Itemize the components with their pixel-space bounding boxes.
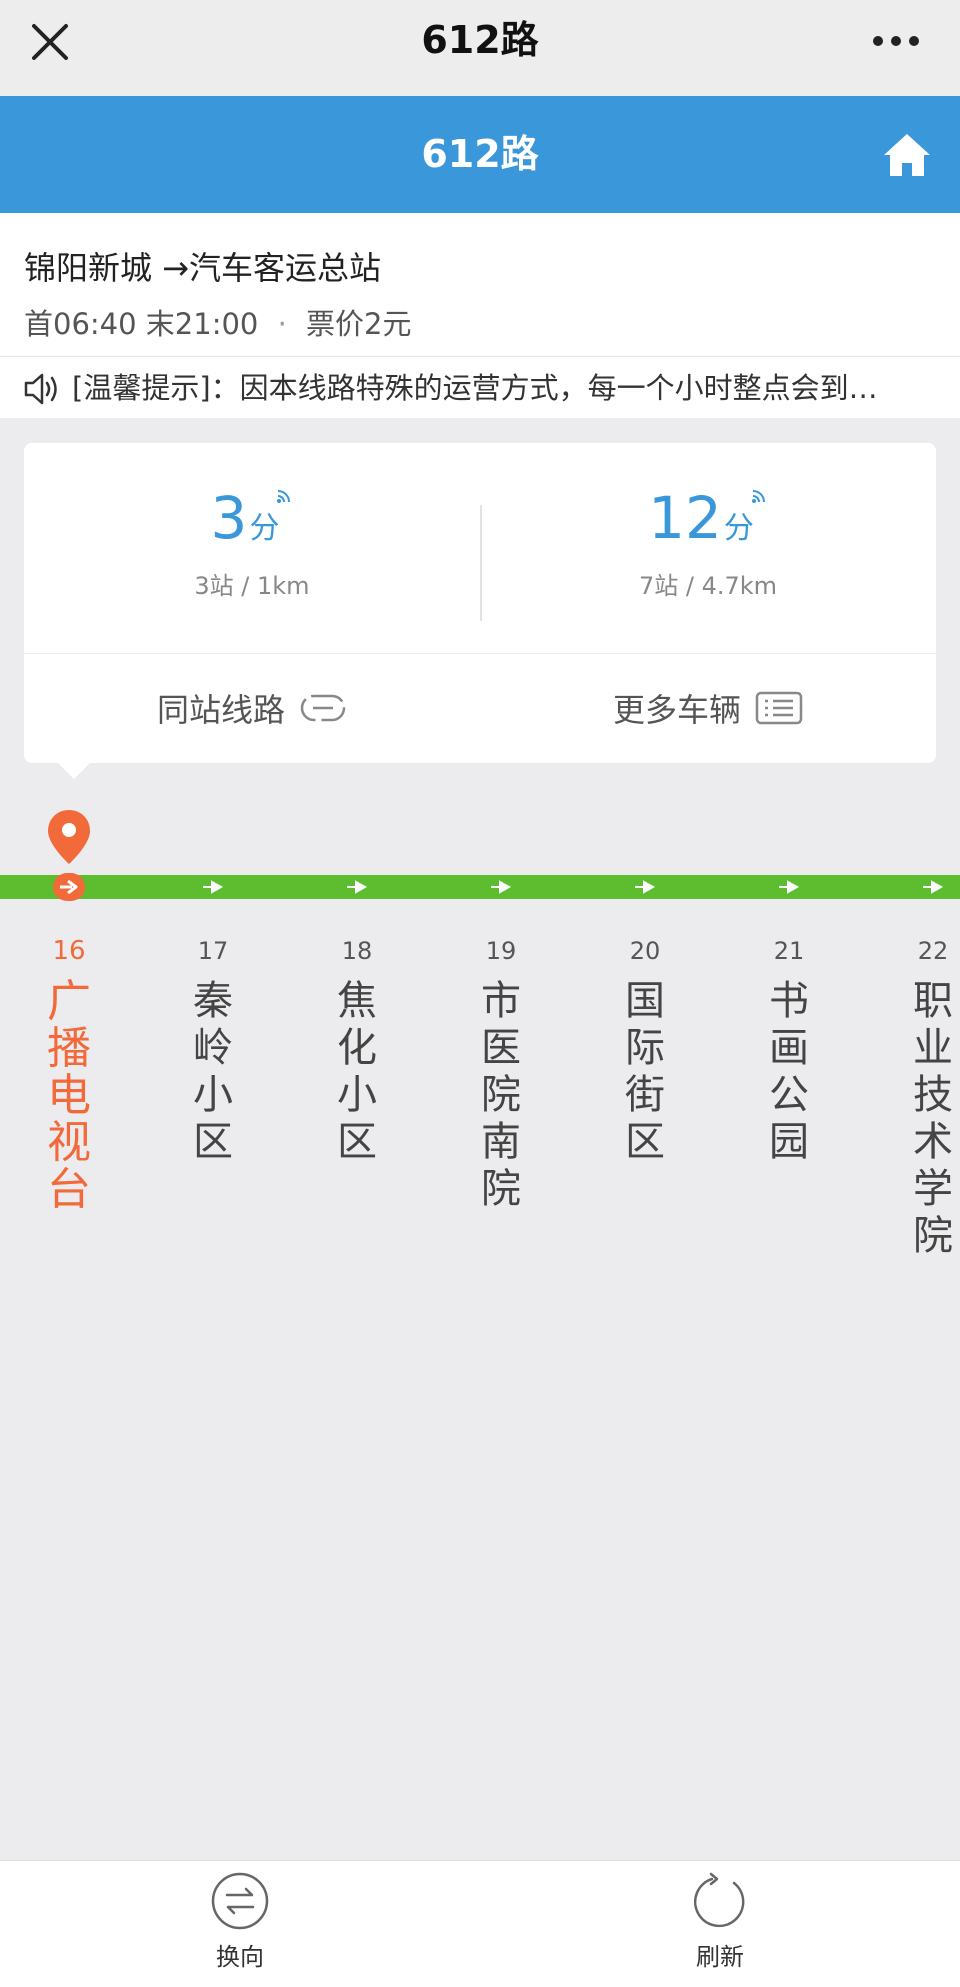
top-bar: 612路 [0,0,960,96]
stop-number: 22 [917,937,949,965]
reverse-label: 换向 [216,1943,264,1971]
route-line [0,875,960,899]
arrival-unit: 分 [723,511,754,546]
swap-icon [211,1872,269,1930]
direction-arrow-icon [347,880,368,894]
stop-item[interactable]: 16 广播电视台 [34,934,104,1213]
arrival-card: 3分 3站 / 1km 12分 7站 / 4.7km 同站线路 更多车辆 [24,443,936,779]
stop-name: 书画公园 [769,978,809,1165]
arrow-right-icon [60,879,78,895]
direction-arrow-icon [203,880,224,894]
stop-number: 20 [629,937,661,965]
card-pointer [58,763,90,779]
arrival-minutes: 3 [210,484,248,552]
arrival-2[interactable]: 12分 7站 / 4.7km [480,483,936,603]
current-stop-marker [53,873,85,901]
arrival-minutes: 12 [648,484,722,552]
more-vehicles-label: 更多车辆 [612,691,741,729]
route-schedule: 首06:40 末21:00 · 票价2元 [24,301,411,343]
close-icon[interactable] [26,18,74,66]
same-stop-routes-label: 同站线路 [156,691,285,729]
separator: · [277,307,287,341]
stop-item[interactable]: 17 秦岭小区 [178,934,248,1166]
stop-name: 职业技术学院 [913,978,953,1259]
arrival-unit: 分 [249,511,280,546]
stop-name: 国际街区 [625,978,665,1165]
direction-arrow-icon [779,880,800,894]
notice-text: [温馨提示]：因本线路特殊的运营方式，每一个小时整点会到… [72,371,878,405]
refresh-icon [693,1872,745,1928]
realtime-signal-icon [751,490,765,503]
stop-name: 市医院南院 [481,978,521,1212]
stop-number: 18 [341,937,373,965]
stop-name: 秦岭小区 [193,978,233,1165]
route-title: 612路 [421,132,539,176]
window-title: 612路 [421,18,539,62]
arrival-detail: 3站 / 1km [194,572,310,600]
speaker-icon [24,373,57,405]
refresh-label: 刷新 [696,1943,744,1971]
reverse-direction-button[interactable]: 换向 [170,1871,310,1981]
direction-arrow-icon [635,880,656,894]
divider [24,653,936,654]
stop-number: 21 [773,937,805,965]
fare: 票价2元 [306,307,412,341]
stop-item[interactable]: 22 职业技术学院 [898,934,960,1260]
bottom-toolbar: 换向 刷新 [0,1860,960,1987]
notice-bar[interactable]: [温馨提示]：因本线路特殊的运营方式，每一个小时整点会到… [0,356,960,418]
more-icon[interactable] [872,34,920,48]
stop-number: 17 [197,937,229,965]
direction-arrow-icon [491,880,512,894]
stop-item[interactable]: 18 焦化小区 [322,934,392,1166]
route-info: 锦阳新城 →汽车客运总站 首06:40 末21:00 · 票价2元 [0,213,960,356]
more-vehicles-button[interactable]: 更多车辆 [480,655,936,761]
stop-item[interactable]: 19 市医院南院 [466,934,536,1213]
first-bus-time: 首06:40 [24,307,137,341]
route-link-icon [300,694,346,722]
list-icon [755,691,803,725]
refresh-button[interactable]: 刷新 [650,1871,790,1981]
stop-item[interactable]: 21 书画公园 [754,934,824,1166]
route-direction: 锦阳新城 →汽车客运总站 [24,249,381,287]
home-icon[interactable] [882,132,932,178]
route-header: 612路 [0,96,960,213]
stop-number: 19 [485,937,517,965]
stop-name: 焦化小区 [337,978,377,1165]
stop-number: 16 [52,936,86,966]
same-stop-routes-button[interactable]: 同站线路 [24,655,480,761]
realtime-signal-icon [277,490,291,503]
location-pin-icon [48,810,90,864]
direction-arrow-icon [923,880,944,894]
arrival-detail: 7站 / 4.7km [638,572,778,600]
stop-item[interactable]: 20 国际街区 [610,934,680,1166]
arrival-1[interactable]: 3分 3站 / 1km [24,483,480,603]
stop-name: 广播电视台 [47,976,91,1215]
last-bus-time: 末21:00 [145,307,259,341]
